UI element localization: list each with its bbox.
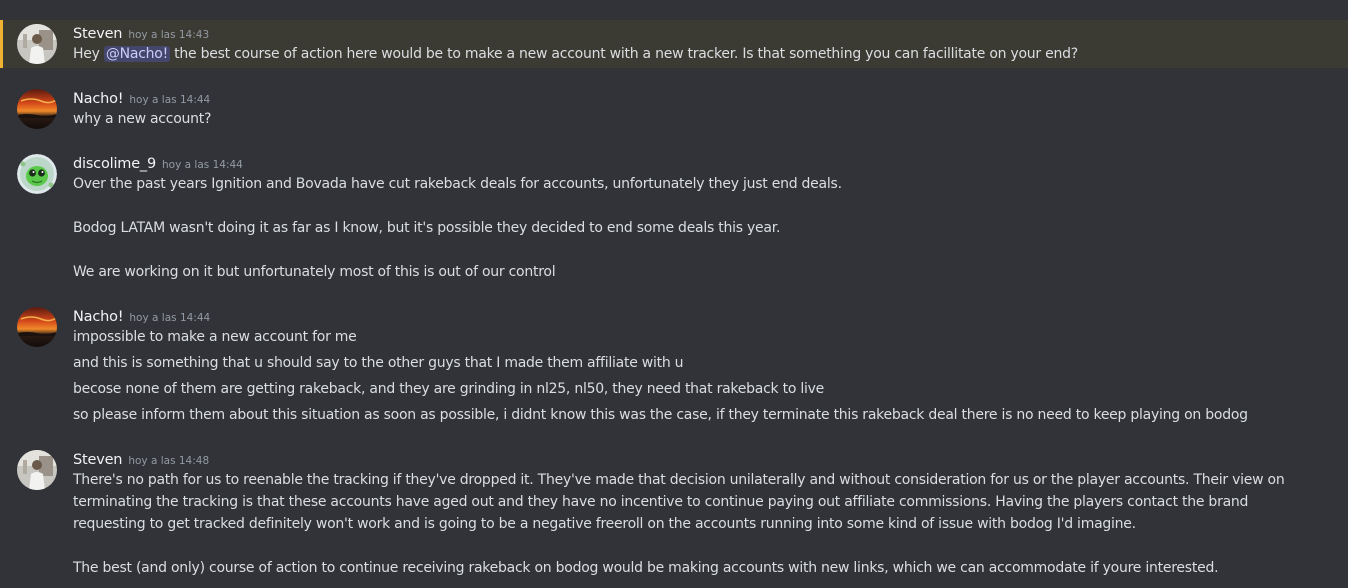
avatar-nacho[interactable]	[17, 89, 57, 129]
message[interactable]: Nacho! hoy a las 14:44 impossible to make…	[0, 303, 1348, 431]
message-header: discolime_9 hoy a las 14:44	[73, 153, 243, 173]
chat-messages: Steven hoy a las 14:43 Hey @Nacho! the be…	[0, 0, 1348, 588]
username[interactable]: discolime_9	[73, 156, 156, 172]
message-text: There's no path for us to reenable the t…	[73, 472, 1285, 532]
timestamp[interactable]: hoy a las 14:48	[128, 455, 209, 467]
text-segment: the best course of action here would be …	[169, 46, 1078, 62]
message-text: We are working on it but unfortunately m…	[73, 264, 556, 280]
message-text: impossible to make a new account for me	[73, 329, 357, 345]
message[interactable]: discolime_9 hoy a las 14:44 Over the past…	[0, 150, 1348, 285]
user-mention[interactable]: @Nacho!	[103, 46, 170, 62]
message-text: so please inform them about this situati…	[73, 407, 1248, 423]
message[interactable]: Steven hoy a las 14:48 There's no path fo…	[0, 446, 1348, 588]
message-text: and this is something that u should say …	[73, 355, 684, 371]
message-highlighted[interactable]: Steven hoy a las 14:43 Hey @Nacho! the be…	[0, 20, 1348, 68]
text-segment: Hey	[73, 46, 104, 62]
username[interactable]: Steven	[73, 26, 123, 42]
timestamp[interactable]: hoy a las 14:44	[129, 312, 210, 324]
message-header: Nacho! hoy a las 14:44	[73, 88, 210, 108]
avatar-steven[interactable]	[17, 24, 57, 64]
message-header: Steven hoy a las 14:43	[73, 23, 209, 43]
timestamp[interactable]: hoy a las 14:44	[162, 159, 243, 171]
username[interactable]: Steven	[73, 452, 123, 468]
timestamp[interactable]: hoy a las 14:43	[128, 29, 209, 41]
username[interactable]: Nacho!	[73, 91, 124, 107]
avatar-discolime[interactable]	[17, 154, 57, 194]
message-header: Steven hoy a las 14:48	[73, 449, 209, 469]
message-text: Bodog LATAM wasn't doing it as far as I …	[73, 220, 781, 236]
message[interactable]: Nacho! hoy a las 14:44 why a new account?	[0, 85, 1348, 135]
message-text: The best (and only) course of action to …	[73, 560, 1219, 576]
message-text: becose none of them are getting rakeback…	[73, 381, 825, 397]
message-text: Over the past years Ignition and Bovada …	[73, 176, 842, 192]
message-header: Nacho! hoy a las 14:44	[73, 306, 210, 326]
username[interactable]: Nacho!	[73, 309, 124, 325]
avatar-nacho[interactable]	[17, 307, 57, 347]
message-text: Hey @Nacho! the best course of action he…	[73, 43, 1078, 65]
avatar-steven[interactable]	[17, 450, 57, 490]
timestamp[interactable]: hoy a las 14:44	[129, 94, 210, 106]
message-text: why a new account?	[73, 111, 212, 127]
